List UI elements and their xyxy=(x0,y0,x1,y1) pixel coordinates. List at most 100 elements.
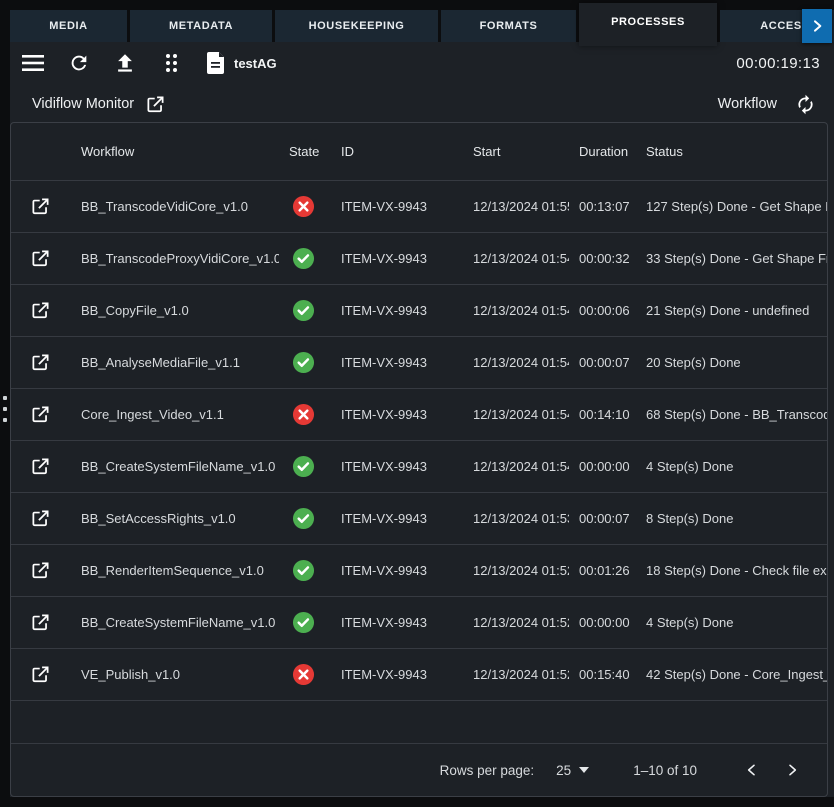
item-id: ITEM-VX-9943 xyxy=(331,251,463,266)
table-row[interactable]: BB_AnalyseMediaFile_v1.1ITEM-VX-994312/1… xyxy=(11,336,827,388)
col-header-state: State xyxy=(279,144,331,159)
workflow-name: BB_CreateSystemFileName_v1.0 xyxy=(71,459,279,474)
previous-page-button[interactable] xyxy=(739,757,765,783)
table-header: Workflow State ID Start Duration Status xyxy=(11,123,827,180)
tab-processes[interactable]: PROCESSES xyxy=(579,3,717,46)
start-time: 12/13/2024 01:54: xyxy=(463,251,569,266)
col-header-workflow: Workflow xyxy=(71,144,279,159)
table-row[interactable]: VE_Publish_v1.0 ITEM-VX-994312/13/2024 01… xyxy=(11,648,827,700)
table-row[interactable]: BB_CreateSystemFileName_v1.0 ITEM-VX-9943… xyxy=(11,440,827,492)
workflow-name: BB_TranscodeVidiCore_v1.0 xyxy=(71,199,279,214)
tabs-scroll-next-button[interactable] xyxy=(802,9,832,43)
sync-workflow-button[interactable] xyxy=(795,94,816,115)
workflow-name: Core_Ingest_Video_v1.1 xyxy=(71,407,279,422)
workflow-name: BB_CreateSystemFileName_v1.0 xyxy=(71,615,279,630)
workflow-name: BB_AnalyseMediaFile_v1.1 xyxy=(71,355,279,370)
external-link-icon[interactable] xyxy=(31,197,71,216)
external-link-icon[interactable] xyxy=(31,561,71,580)
status-text: 42 Step(s) Done - Core_Ingest_Video xyxy=(636,667,827,682)
upload-icon xyxy=(114,52,136,74)
status-text: 127 Step(s) Done - Get Shape From xyxy=(636,199,827,214)
error-circle-icon xyxy=(292,403,331,426)
start-time: 12/13/2024 01:52: xyxy=(463,615,569,630)
external-link-icon[interactable] xyxy=(31,301,71,320)
item-id: ITEM-VX-9943 xyxy=(331,355,463,370)
item-id: ITEM-VX-9943 xyxy=(331,199,463,214)
start-time: 12/13/2024 01:53: xyxy=(463,511,569,526)
next-page-button[interactable] xyxy=(779,757,805,783)
check-circle-icon xyxy=(292,611,331,634)
document-title-label: testAG xyxy=(234,56,277,71)
item-id: ITEM-VX-9943 xyxy=(331,459,463,474)
apps-grid-button[interactable] xyxy=(158,50,184,76)
check-circle-icon xyxy=(292,299,331,322)
refresh-icon xyxy=(68,52,90,74)
table-empty-area xyxy=(11,700,827,743)
start-time: 12/13/2024 01:55: xyxy=(463,199,569,214)
refresh-button[interactable] xyxy=(66,50,92,76)
table-row[interactable]: BB_TranscodeVidiCore_v1.0 ITEM-VX-994312/… xyxy=(11,180,827,232)
status-text: 4 Step(s) Done xyxy=(636,459,827,474)
check-circle-icon xyxy=(292,507,331,530)
error-circle-icon xyxy=(292,663,331,686)
table-row[interactable]: BB_RenderItemSequence_v1.0ITEM-VX-994312… xyxy=(11,544,827,596)
menu-button[interactable] xyxy=(20,50,46,76)
external-link-icon[interactable] xyxy=(31,249,71,268)
workflow-name: BB_CopyFile_v1.0 xyxy=(71,303,279,318)
start-time: 12/13/2024 01:52: xyxy=(463,563,569,578)
start-time: 12/13/2024 01:54: xyxy=(463,407,569,422)
tab-formats[interactable]: FORMATS xyxy=(441,10,576,42)
external-link-icon[interactable] xyxy=(31,509,71,528)
item-id: ITEM-VX-9943 xyxy=(331,303,463,318)
start-time: 12/13/2024 01:54: xyxy=(463,303,569,318)
external-link-icon[interactable] xyxy=(31,353,71,372)
table-row[interactable]: BB_TranscodeProxyVidiCore_v1.0 ITEM-VX-99… xyxy=(11,232,827,284)
pagination-range: 1–10 of 10 xyxy=(633,763,697,778)
table-row[interactable]: Core_Ingest_Video_v1.1 ITEM-VX-994312/13/… xyxy=(11,388,827,440)
duration: 00:00:07 xyxy=(569,355,636,370)
workflow-panel-label: Workflow xyxy=(718,96,777,112)
dots-grid-icon xyxy=(166,54,177,72)
duration: 00:01:26 xyxy=(569,563,636,578)
workflow-name: VE_Publish_v1.0 xyxy=(71,667,279,682)
tab-media[interactable]: MEDIA xyxy=(10,10,127,42)
status-text: 68 Step(s) Done - BB_TranscodeVidi xyxy=(636,407,827,422)
hamburger-icon xyxy=(22,54,44,72)
table-row[interactable]: BB_SetAccessRights_v1.0ITEM-VX-994312/13… xyxy=(11,492,827,544)
status-text: 21 Step(s) Done - undefined xyxy=(636,303,827,318)
col-header-id: ID xyxy=(331,144,463,159)
workflow-name: BB_SetAccessRights_v1.0 xyxy=(71,511,279,526)
external-link-icon[interactable] xyxy=(31,665,71,684)
table-row[interactable]: BB_CopyFile_v1.0 ITEM-VX-994312/13/2024 0… xyxy=(11,284,827,336)
table-row[interactable]: BB_CreateSystemFileName_v1.0ITEM-VX-9943… xyxy=(11,596,827,648)
external-link-icon[interactable] xyxy=(31,613,71,632)
document-icon xyxy=(206,52,226,74)
status-text: 18 Step(s) Done - Check file existenc xyxy=(636,563,827,578)
workflow-name: BB_TranscodeProxyVidiCore_v1.0 xyxy=(71,251,279,266)
workflow-table: Workflow State ID Start Duration Status … xyxy=(10,122,828,797)
chevron-right-icon xyxy=(784,762,800,778)
duration: 00:15:40 xyxy=(569,667,636,682)
upload-button[interactable] xyxy=(112,50,138,76)
error-circle-icon xyxy=(292,195,331,218)
monitor-row: Vidiflow Monitor Workflow xyxy=(10,84,834,124)
item-id: ITEM-VX-9943 xyxy=(331,667,463,682)
status-text: 4 Step(s) Done xyxy=(636,615,827,630)
check-circle-icon xyxy=(292,455,331,478)
chevron-right-icon xyxy=(809,18,825,34)
start-time: 12/13/2024 01:54: xyxy=(463,459,569,474)
tab-housekeeping[interactable]: HOUSEKEEPING xyxy=(275,10,438,42)
open-monitor-button[interactable] xyxy=(146,95,165,114)
rows-per-page-select[interactable]: 25 xyxy=(556,763,589,778)
check-circle-icon xyxy=(292,559,331,582)
duration: 00:00:00 xyxy=(569,459,636,474)
start-time: 12/13/2024 01:52: xyxy=(463,667,569,682)
panel-drag-handle[interactable] xyxy=(1,396,9,422)
external-link-icon[interactable] xyxy=(31,405,71,424)
caret-down-icon xyxy=(579,767,589,773)
item-id: ITEM-VX-9943 xyxy=(331,407,463,422)
duration: 00:13:07 xyxy=(569,199,636,214)
external-link-icon[interactable] xyxy=(31,457,71,476)
status-text: 20 Step(s) Done xyxy=(636,355,827,370)
tab-metadata[interactable]: METADATA xyxy=(130,10,272,42)
